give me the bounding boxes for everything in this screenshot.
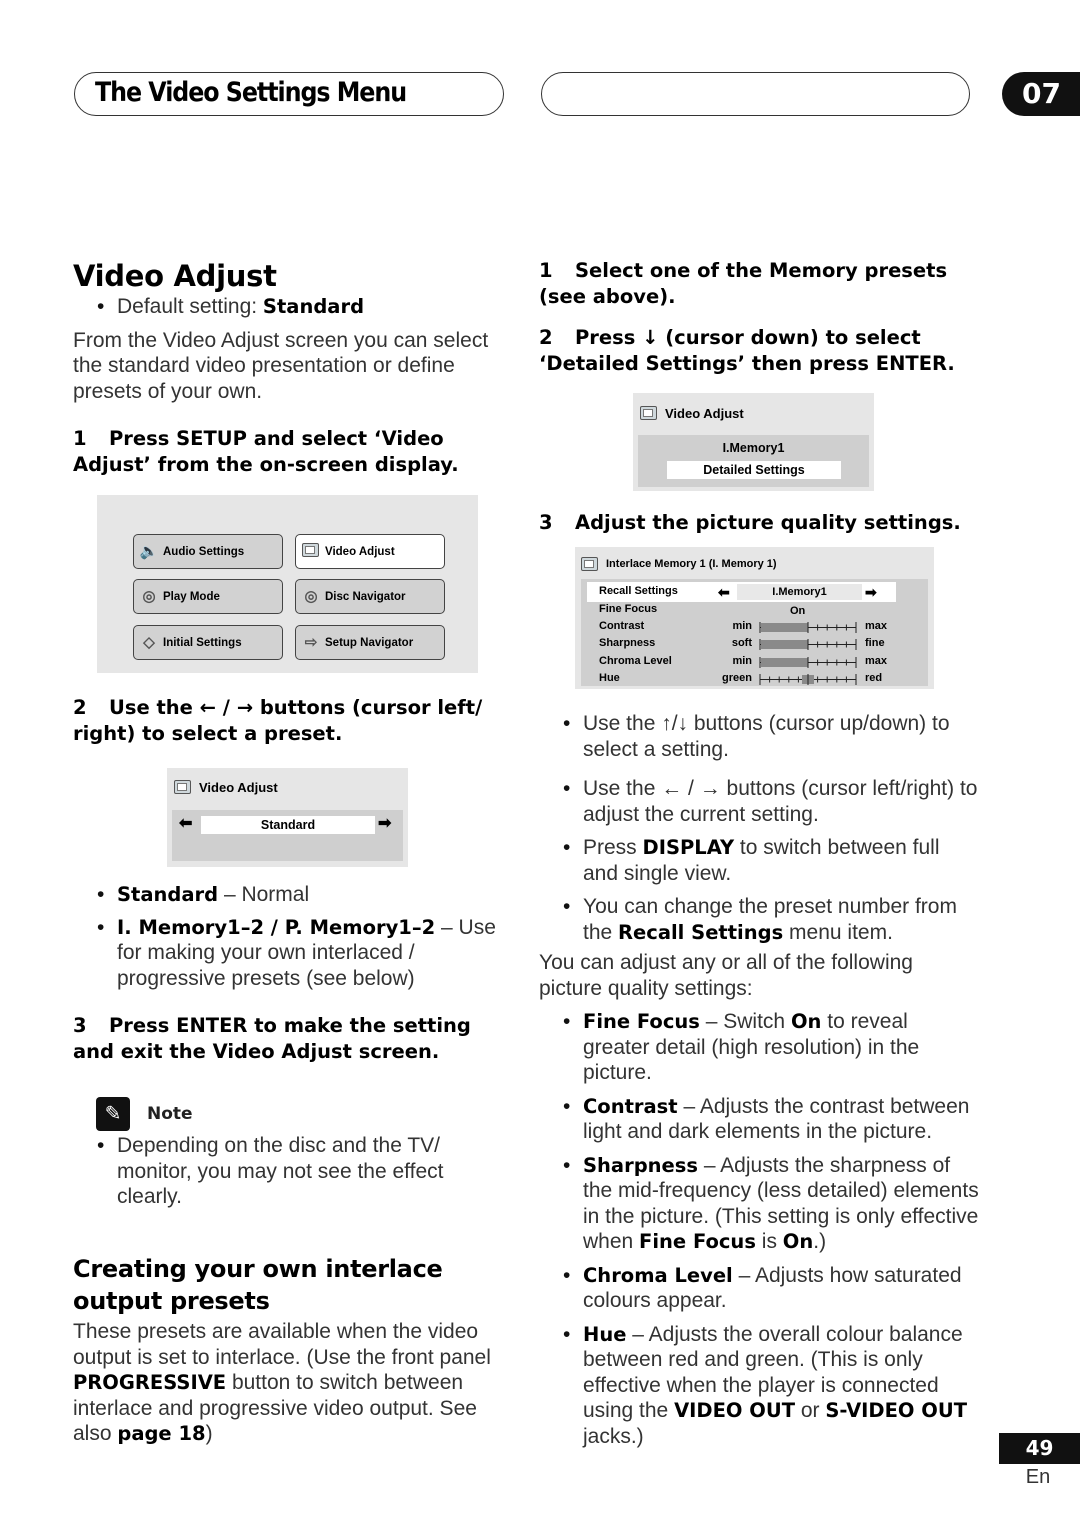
note-box: ✎ Note	[96, 1097, 516, 1131]
step-3: 3 Press ENTER to make the setting and exi…	[73, 1014, 471, 1063]
section-heading: Creating your own interlace output prese…	[73, 1255, 443, 1315]
pencil-icon: ✎	[96, 1097, 130, 1131]
right-arrow-icon[interactable]: ➡	[378, 816, 391, 832]
tv-icon	[639, 404, 659, 422]
slider-row-hue[interactable]: Hue green red	[587, 671, 912, 688]
slider-low-label: soft	[731, 637, 752, 650]
slider-label: Hue	[599, 671, 620, 684]
setting-chroma-level: Chroma Level – Adjusts how saturated col…	[539, 1263, 979, 1314]
bullet-display: Press DISPLAY to switch between full and…	[539, 835, 979, 886]
slider-label: Sharpness	[599, 637, 656, 650]
empty-header-pill	[541, 72, 970, 116]
memory-screen: Video Adjust I.Memory1 Detailed Settings	[633, 393, 874, 491]
slider-high-label: max	[865, 654, 888, 667]
page-link[interactable]: page 18	[117, 1422, 205, 1445]
chapter-number: 07	[1002, 72, 1080, 116]
setting-sharpness: Sharpness – Adjusts the sharpness of the…	[539, 1153, 979, 1255]
slider-row-chroma-level[interactable]: Chroma Level min max	[587, 654, 912, 671]
right-step-1: 1 Select one of the Memory presets (see a…	[539, 259, 948, 308]
menu-play-mode[interactable]: ◎ Play Mode	[133, 579, 283, 614]
menu-setup-navigator[interactable]: ⇨ Setup Navigator	[295, 625, 445, 660]
slider-track[interactable]	[759, 622, 857, 633]
slider-fill	[761, 623, 808, 632]
slider-track[interactable]	[759, 673, 857, 685]
adjust-intro: You can adjust any or all of the followi…	[539, 951, 913, 1000]
detailed-settings-button[interactable]: Detailed Settings	[667, 461, 841, 479]
settings-list: Fine Focus – Switch On to reveal greater…	[539, 1009, 979, 1449]
right-step-2: 2 Press ↓ (cursor down) to select ‘Detail…	[539, 326, 955, 375]
setting-contrast: Contrast – Adjusts the contrast between …	[539, 1094, 979, 1145]
preset-value[interactable]: Standard	[201, 816, 375, 834]
tv-icon	[300, 541, 322, 563]
slider-low-label: min	[732, 654, 752, 667]
default-setting: Default setting: Standard	[73, 294, 513, 320]
note-label: Note	[147, 1104, 193, 1124]
menu-initial-settings[interactable]: ◇ Initial Settings	[133, 625, 283, 660]
slider-high-label: red	[865, 671, 883, 684]
bullet-left-right: Use the ← / → buttons (cursor left/right…	[539, 776, 979, 827]
recall-settings-row[interactable]: Recall Settings ⬅ I.Memory1 ➡	[587, 582, 896, 602]
note-text: Depending on the disc and the TV/ monito…	[73, 1133, 493, 1210]
page-number: 49	[999, 1433, 1080, 1464]
initial-settings-icon: ◇	[143, 633, 155, 651]
slider-fill	[761, 657, 808, 667]
slider-track[interactable]	[759, 656, 857, 668]
slider-low-label: min	[732, 620, 752, 632]
usage-bullets: Use the ↑/↓ buttons (cursor up/down) to …	[539, 711, 979, 1449]
preset-memory: I. Memory1–2 / P. Memory1–2 – Use for ma…	[73, 915, 513, 992]
slider-fill	[761, 640, 808, 650]
slider-high-label: fine	[865, 637, 885, 650]
fine-focus-value: On	[790, 605, 806, 617]
tv-icon	[173, 778, 193, 796]
preset-standard: Standard – Normal	[73, 882, 513, 908]
page-language: En	[1025, 1466, 1051, 1488]
setup-navigator-icon: ⇨	[304, 633, 318, 651]
menu-audio-settings[interactable]: 🔈 Audio Settings	[133, 534, 283, 569]
slider-track[interactable]	[759, 639, 857, 651]
slider-high-label: max	[865, 620, 888, 632]
page-title: Video Adjust	[73, 259, 277, 293]
fine-focus-row[interactable]: Fine Focus On	[587, 602, 912, 619]
section-title-pill: The Video Settings Menu	[74, 72, 504, 116]
detailed-settings-screen: Interlace Memory 1 (I. Memory 1) Recall …	[575, 547, 934, 689]
right-step-3: 3 Adjust the picture quality settings.	[539, 511, 961, 534]
intro-text: From the Video Adjust screen you can sel…	[73, 328, 489, 403]
setting-fine-focus: Fine Focus – Switch On to reveal greater…	[539, 1009, 979, 1086]
tv-icon	[580, 555, 600, 573]
section-title: The Video Settings Menu	[95, 77, 407, 108]
menu-disc-navigator[interactable]: ◎ Disc Navigator	[295, 579, 445, 614]
step-2-block: 2 Use the ← / → buttons (cursor left/ rig…	[73, 695, 513, 747]
recall-value: I.Memory1	[737, 584, 862, 600]
right-column: 1 Select one of the Memory presets (see a…	[539, 258, 979, 377]
bullet-up-down: Use the ↑/↓ buttons (cursor up/down) to …	[539, 711, 979, 762]
left-column: Video Adjust Default setting: Standard F…	[73, 258, 513, 478]
interlace-section: Creating your own interlace output prese…	[73, 1253, 518, 1447]
section-text: These presets are available when the vid…	[73, 1320, 491, 1445]
setting-hue: Hue – Adjusts the overall colour balance…	[539, 1322, 979, 1450]
bullet-recall: You can change the preset number from th…	[539, 894, 979, 945]
slider-row-contrast[interactable]: Contrast min max	[587, 619, 912, 636]
setup-menu-screen: 🔈 Audio Settings Video Adjust ◎ Play Mode …	[97, 495, 478, 673]
slider-row-sharpness[interactable]: Sharpness soft fine	[587, 636, 912, 653]
preset-screen: Video Adjust ⬅ Standard ➡	[167, 768, 408, 867]
right-arrow-icon[interactable]: ➡	[865, 584, 877, 600]
disc-play-icon: ◎	[142, 587, 156, 605]
step-2: 2 Use the ← / → buttons (cursor left/ rig…	[73, 696, 483, 745]
memory-preset: I.Memory1	[722, 441, 785, 455]
disc-navigator-icon: ◎	[304, 587, 318, 605]
left-arrow-icon[interactable]: ⬅	[718, 584, 730, 600]
step-1: 1 Press SETUP and select ‘Video Adjust’ f…	[73, 427, 459, 476]
slider-low-label: green	[722, 671, 752, 684]
menu-video-adjust[interactable]: Video Adjust	[295, 534, 445, 569]
presets-block: Standard – Normal I. Memory1–2 / P. Memo…	[73, 882, 513, 1065]
slider-label: Chroma Level	[599, 654, 672, 667]
slider-label: Contrast	[599, 620, 645, 632]
left-arrow-icon[interactable]: ⬅	[179, 816, 192, 832]
speaker-icon: 🔈	[139, 542, 159, 560]
